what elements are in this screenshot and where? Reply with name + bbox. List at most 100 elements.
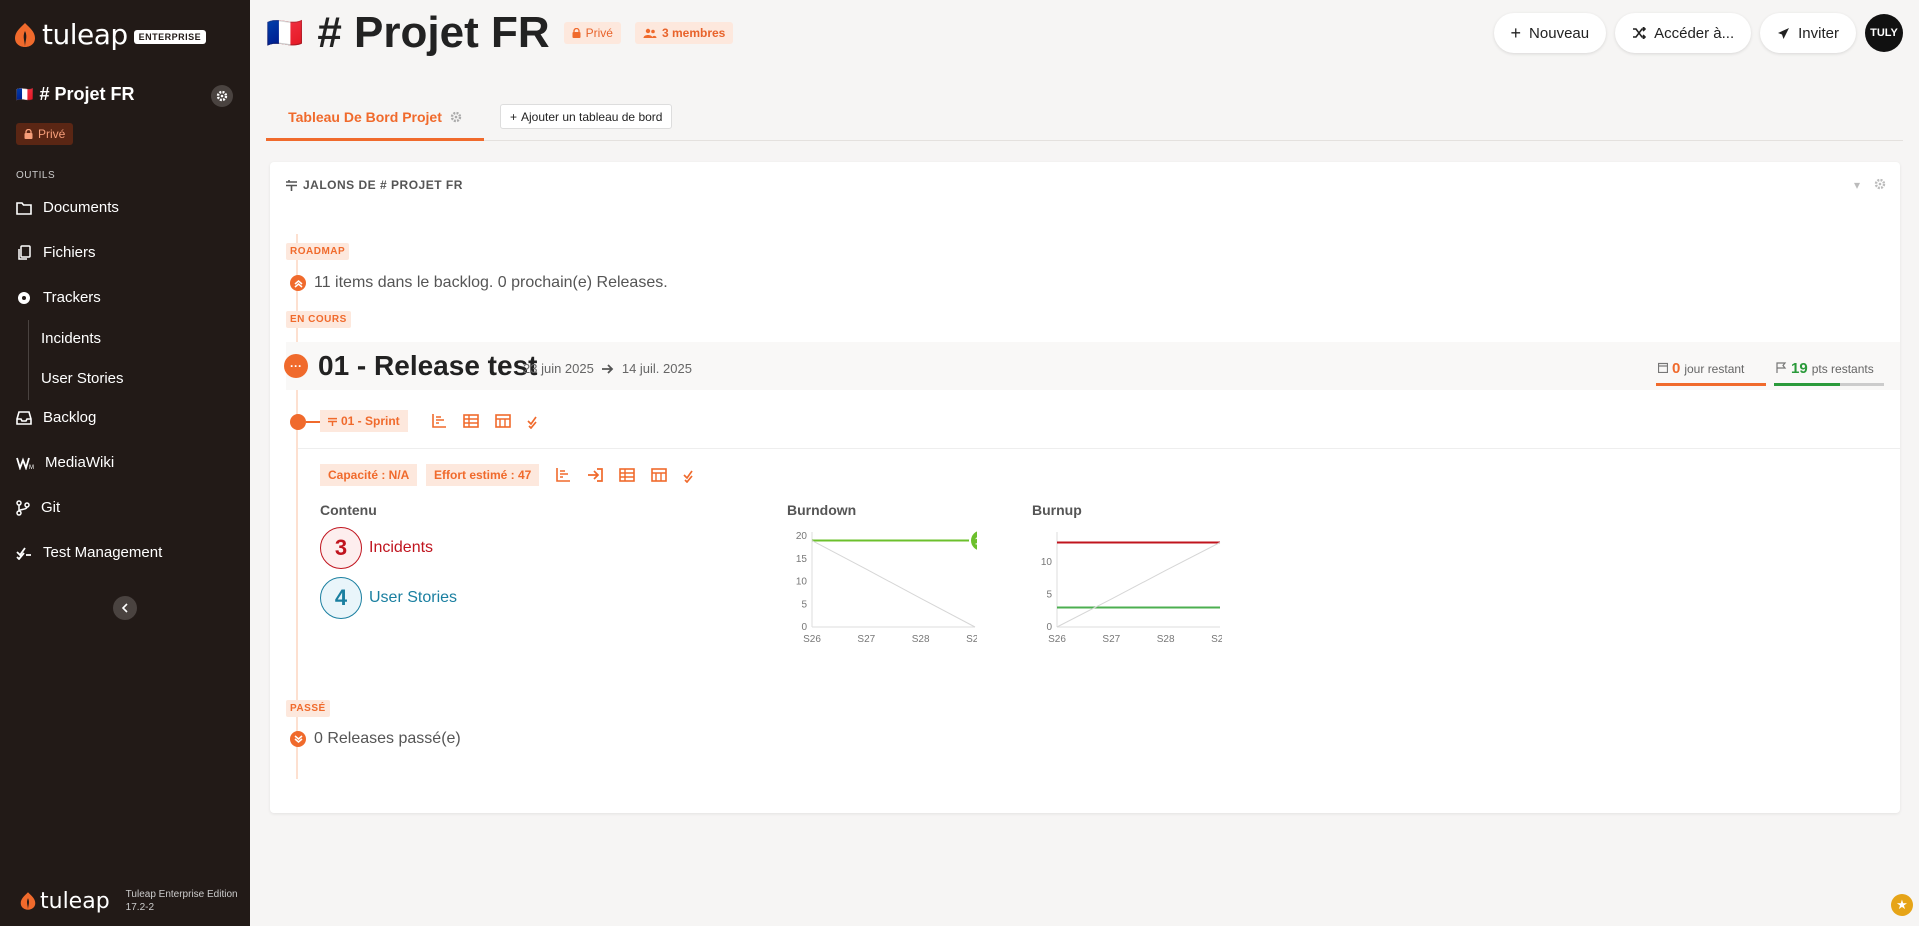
current-value-label: 19 — [975, 536, 977, 548]
main-content: 🇫🇷 # Projet FR Privé 3 membres + Nouveau… — [250, 0, 1919, 926]
switch-to-button[interactable]: Accéder à... — [1615, 13, 1752, 53]
past-summary[interactable]: 0 Releases passé(e) — [290, 730, 461, 748]
privacy-label: Privé — [38, 127, 66, 141]
check-double-icon[interactable] — [683, 467, 699, 483]
sidebar-item-label: Backlog — [43, 409, 97, 426]
check-icon — [16, 546, 31, 560]
sidebar-item-label: Test Management — [43, 544, 163, 561]
tuleap-logo[interactable]: tuleap ENTERPRISE — [14, 18, 207, 51]
submenu-line — [28, 320, 29, 400]
sidebar-item-trackers[interactable]: Trackers — [16, 289, 101, 306]
x-tick-label: S28 — [1157, 634, 1175, 645]
burnup-chart: 0 5 10 S26 S27 S28 S29 — [1041, 532, 1222, 645]
git-branch-icon — [16, 499, 30, 516]
caret-down-icon[interactable]: ▾ — [1854, 178, 1860, 192]
sidebar-item-git[interactable]: Git — [16, 499, 60, 516]
x-tick-label: S26 — [803, 634, 821, 645]
sidebar-item-documents[interactable]: Documents — [16, 199, 119, 216]
check-double-icon[interactable] — [527, 413, 543, 429]
invite-button[interactable]: Inviter — [1760, 13, 1856, 53]
footer-logo[interactable]: tuleap — [20, 889, 110, 914]
privacy-badge: Privé — [16, 123, 74, 145]
incidents-count-badge: 3 — [320, 527, 362, 569]
privacy-badge: Privé — [563, 22, 621, 44]
sidebar-item-backlog[interactable]: Backlog — [16, 409, 96, 426]
content-title: Contenu — [320, 502, 377, 518]
add-dashboard-label: Ajouter un tableau de bord — [521, 109, 663, 124]
table-icon[interactable] — [463, 413, 479, 429]
gear-icon[interactable] — [450, 111, 462, 123]
sign-in-icon[interactable] — [587, 467, 603, 483]
flag-icon: 🇫🇷 — [266, 16, 304, 50]
points-remaining: 19 pts restants — [1776, 360, 1874, 377]
points-remaining-value: 19 — [1791, 360, 1808, 377]
logo-word: tuleap — [42, 18, 128, 51]
past-label: PASSÉ — [286, 700, 330, 717]
collapse-sidebar-button[interactable] — [113, 596, 137, 620]
y-tick-label: 10 — [1041, 557, 1053, 568]
release-start: 23 juin 2025 — [523, 361, 594, 376]
sprint-shortcuts — [555, 467, 699, 483]
add-dashboard-button[interactable]: + Ajouter un tableau de bord — [500, 104, 673, 129]
new-button-label: Nouveau — [1529, 24, 1590, 42]
star-icon[interactable]: ★ — [1891, 894, 1913, 916]
sidebar-project-name[interactable]: 🇫🇷 # Projet FR — [16, 84, 134, 105]
divider — [298, 448, 1900, 449]
sprint-connector — [306, 421, 320, 423]
more-options-icon[interactable]: ··· — [284, 354, 308, 378]
effort-tag: Effort estimé : 47 — [426, 464, 540, 486]
sidebar-item-label: Fichiers — [43, 244, 96, 261]
lock-icon — [24, 129, 33, 139]
chart-icon[interactable] — [431, 413, 447, 429]
user-stories-count[interactable]: 4 User Stories — [320, 577, 457, 619]
cardwall-icon[interactable] — [495, 413, 511, 429]
invite-label: Inviter — [1798, 24, 1839, 42]
series-line — [811, 540, 976, 628]
sidebar-item-user-stories[interactable]: User Stories — [41, 370, 124, 387]
cardwall-icon[interactable] — [651, 467, 667, 483]
sidebar-item-test-management[interactable]: Test Management — [16, 544, 162, 561]
chevron-down-double-icon — [290, 731, 306, 747]
users-icon — [643, 28, 657, 38]
widget-title-text: JALONS DE # PROJET FR — [303, 178, 463, 192]
tools-section-label: OUTILS — [16, 170, 56, 181]
roadmap-summary[interactable]: 11 items dans le backlog. 0 prochain(e) … — [290, 274, 668, 292]
dashboard-tabs: Tableau De Bord Projet + Ajouter un tabl… — [266, 95, 1903, 141]
sprint-tag[interactable]: 01 - Sprint — [320, 410, 408, 432]
days-remaining-label: jour restant — [1684, 362, 1745, 376]
plus-icon: + — [1510, 22, 1522, 43]
sidebar-item-label: Git — [41, 499, 61, 516]
calendar-icon — [1658, 362, 1668, 373]
sidebar-item-fichiers[interactable]: Fichiers — [16, 244, 96, 261]
y-tick-label: 10 — [796, 577, 808, 588]
avatar[interactable]: TULY — [1865, 14, 1903, 52]
sidebar-item-incidents[interactable]: Incidents — [41, 330, 101, 347]
shuffle-icon — [1633, 27, 1647, 39]
sprint-name: 01 - Sprint — [341, 414, 400, 428]
y-tick-label: 5 — [801, 599, 807, 610]
points-remaining-bar-fill — [1774, 383, 1840, 386]
sidebar-item-mediawiki[interactable]: M MediaWiki — [16, 454, 114, 471]
members-badge-label: 3 membres — [661, 26, 726, 40]
chart-icon[interactable] — [555, 467, 571, 483]
footer-edition: Tuleap Enterprise Edition 17.2-2 — [126, 888, 238, 914]
privacy-badge-label: Privé — [585, 26, 613, 40]
tab-project-dashboard[interactable]: Tableau De Bord Projet — [266, 95, 484, 141]
incidents-label: Incidents — [369, 539, 434, 556]
footer-logo-word: tuleap — [40, 888, 110, 914]
gear-icon[interactable] — [1874, 178, 1886, 190]
release-dates: 23 juin 2025 14 juil. 2025 — [523, 361, 692, 376]
capacity-tag: Capacité : N/A — [320, 464, 418, 486]
x-tick-label: S29 — [1211, 634, 1222, 645]
project-settings-button[interactable] — [211, 85, 233, 107]
tracker-icon — [18, 291, 30, 304]
folder-icon — [16, 201, 32, 215]
table-icon[interactable] — [619, 467, 635, 483]
new-button[interactable]: + Nouveau — [1493, 13, 1607, 53]
members-badge[interactable]: 3 membres — [634, 22, 734, 44]
release-title[interactable]: 01 - Release test — [318, 350, 537, 382]
incidents-count[interactable]: 3 Incidents — [320, 527, 433, 569]
arrow-right-icon — [601, 363, 614, 374]
x-tick-label: S29 — [966, 634, 977, 645]
x-tick-label: S28 — [912, 634, 930, 645]
